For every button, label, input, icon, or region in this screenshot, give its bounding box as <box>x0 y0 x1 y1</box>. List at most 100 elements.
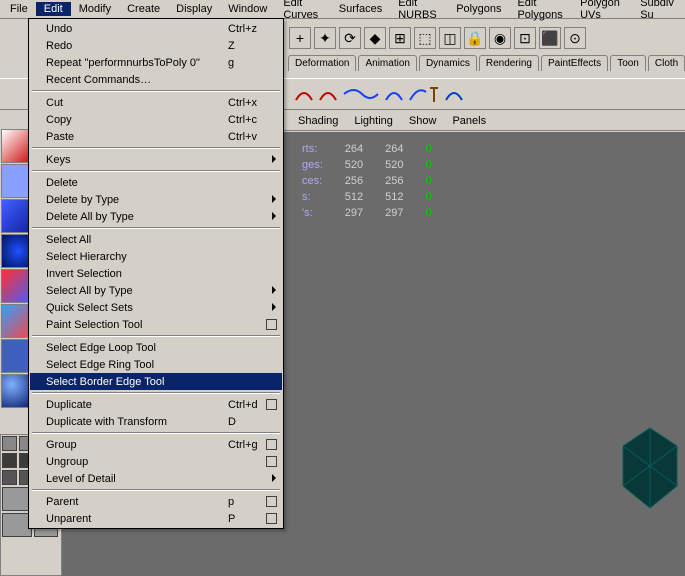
menu-item-delete-all-by-type[interactable]: Delete All by Type <box>30 208 282 225</box>
menu-window[interactable]: Window <box>220 2 275 16</box>
shelf-tab-cloth[interactable]: Cloth <box>648 55 685 71</box>
menu-item-select-hierarchy[interactable]: Select Hierarchy <box>30 248 282 265</box>
menu-item-recent-commands[interactable]: Recent Commands… <box>30 71 282 88</box>
menu-item-group[interactable]: GroupCtrl+g <box>30 436 282 453</box>
menu-polygons[interactable]: Polygons <box>448 2 509 16</box>
menu-item-undo[interactable]: UndoCtrl+z <box>30 20 282 37</box>
toolbar-icon[interactable]: ◉ <box>489 27 511 49</box>
menu-item-select-all-by-type[interactable]: Select All by Type <box>30 282 282 299</box>
menu-polygon-uvs[interactable]: Polygon UVs <box>572 0 632 22</box>
menu-item-shortcut: g <box>228 57 278 69</box>
menu-item-label: Select Edge Ring Tool <box>46 359 278 371</box>
stat-value: 264 <box>375 142 413 156</box>
stat-value: 256 <box>375 174 413 188</box>
menu-item-unparent[interactable]: UnparentP <box>30 510 282 527</box>
shelf-tab-rendering[interactable]: Rendering <box>479 55 539 71</box>
menu-item-select-all[interactable]: Select All <box>30 231 282 248</box>
stat-value: 297 <box>375 206 413 220</box>
menu-file[interactable]: File <box>2 2 36 16</box>
shelf-tab-toon[interactable]: Toon <box>610 55 646 71</box>
stat-value: 264 <box>335 142 373 156</box>
menu-edit-polygons[interactable]: Edit Polygons <box>509 0 572 22</box>
toolbar-icon[interactable]: ⬚ <box>414 27 436 49</box>
toolbar-icon[interactable]: ⊞ <box>389 27 411 49</box>
toolbar-icon[interactable]: 🔒 <box>464 27 486 49</box>
toolbar-icon[interactable]: ⊙ <box>564 27 586 49</box>
option-box-icon[interactable] <box>266 496 277 507</box>
shelf-tab-painteffects[interactable]: PaintEffects <box>541 55 608 71</box>
viewport-menu-lighting[interactable]: Lighting <box>346 115 401 127</box>
menu-edit[interactable]: Edit <box>36 2 71 16</box>
menu-subdiv-su[interactable]: Subdiv Su <box>632 0 683 22</box>
toolbar-icon[interactable]: ◫ <box>439 27 461 49</box>
menu-item-select-border-edge-tool[interactable]: Select Border Edge Tool <box>30 373 282 390</box>
menu-item-label: Group <box>46 439 228 451</box>
menu-item-shortcut: Ctrl+v <box>228 131 278 143</box>
menu-item-duplicate[interactable]: DuplicateCtrl+d <box>30 396 282 413</box>
option-box-icon[interactable] <box>266 513 277 524</box>
option-box-icon[interactable] <box>266 399 277 410</box>
menu-item-shortcut: D <box>228 416 278 428</box>
stat-value: 0 <box>416 142 442 156</box>
menu-item-label: Select Edge Loop Tool <box>46 342 278 354</box>
toolbar-icon[interactable]: + <box>289 27 311 49</box>
viewport-menu-show[interactable]: Show <box>401 115 445 127</box>
menu-item-shortcut: Z <box>228 40 278 52</box>
toolbar-icon[interactable]: ⟳ <box>339 27 361 49</box>
toolbar-icon[interactable]: ⊡ <box>514 27 536 49</box>
shelf-tab-deformation[interactable]: Deformation <box>288 55 356 71</box>
menu-item-repeat-performnurbstopoly-0[interactable]: Repeat "performnurbsToPoly 0"g <box>30 54 282 71</box>
menu-item-keys[interactable]: Keys <box>30 151 282 168</box>
menu-item-label: Recent Commands… <box>46 74 278 86</box>
menu-item-select-edge-ring-tool[interactable]: Select Edge Ring Tool <box>30 356 282 373</box>
menu-item-ungroup[interactable]: Ungroup <box>30 453 282 470</box>
menu-item-paste[interactable]: PasteCtrl+v <box>30 128 282 145</box>
toolbar-icon[interactable]: ◆ <box>364 27 386 49</box>
shelf-tab-animation[interactable]: Animation <box>358 55 416 71</box>
menu-item-redo[interactable]: RedoZ <box>30 37 282 54</box>
menu-item-shortcut: Ctrl+x <box>228 97 278 109</box>
menu-item-label: Select All <box>46 234 278 246</box>
submenu-arrow-icon <box>272 195 276 203</box>
shelf-tab-dynamics[interactable]: Dynamics <box>419 55 477 71</box>
menu-item-duplicate-with-transform[interactable]: Duplicate with TransformD <box>30 413 282 430</box>
menu-item-label: Invert Selection <box>46 268 278 280</box>
menu-item-parent[interactable]: Parentp <box>30 493 282 510</box>
toolbar-icon[interactable]: ⬛ <box>539 27 561 49</box>
menu-item-label: Select All by Type <box>46 285 278 297</box>
menu-item-copy[interactable]: CopyCtrl+c <box>30 111 282 128</box>
option-box-icon[interactable] <box>266 439 277 450</box>
curve-tool-icons[interactable] <box>292 82 472 106</box>
submenu-arrow-icon <box>272 286 276 294</box>
stat-label: 's: <box>292 206 333 220</box>
toolbar-icon[interactable]: ✦ <box>314 27 336 49</box>
viewport-menu-shading[interactable]: Shading <box>290 115 346 127</box>
menu-item-label: Select Border Edge Tool <box>46 376 278 388</box>
menu-item-label: Select Hierarchy <box>46 251 278 263</box>
submenu-arrow-icon <box>272 474 276 482</box>
menu-item-label: Duplicate with Transform <box>46 416 228 428</box>
menu-item-level-of-detail[interactable]: Level of Detail <box>30 470 282 487</box>
menu-item-quick-select-sets[interactable]: Quick Select Sets <box>30 299 282 316</box>
submenu-arrow-icon <box>272 212 276 220</box>
viewport-menu-panels[interactable]: Panels <box>444 115 494 127</box>
menu-display[interactable]: Display <box>168 2 220 16</box>
submenu-arrow-icon <box>272 303 276 311</box>
menu-item-delete[interactable]: Delete <box>30 174 282 191</box>
stat-value: 0 <box>416 158 442 172</box>
menu-item-select-edge-loop-tool[interactable]: Select Edge Loop Tool <box>30 339 282 356</box>
menu-item-invert-selection[interactable]: Invert Selection <box>30 265 282 282</box>
menu-surfaces[interactable]: Surfaces <box>331 2 390 16</box>
option-box-icon[interactable] <box>266 456 277 467</box>
menu-edit-nurbs[interactable]: Edit NURBS <box>390 0 448 22</box>
menu-item-cut[interactable]: CutCtrl+x <box>30 94 282 111</box>
stat-value: 0 <box>416 190 442 204</box>
menu-item-paint-selection-tool[interactable]: Paint Selection Tool <box>30 316 282 333</box>
stat-value: 256 <box>335 174 373 188</box>
menu-item-delete-by-type[interactable]: Delete by Type <box>30 191 282 208</box>
option-box-icon[interactable] <box>266 319 277 330</box>
stat-value: 512 <box>375 190 413 204</box>
menu-modify[interactable]: Modify <box>71 2 119 16</box>
menu-create[interactable]: Create <box>119 2 168 16</box>
menu-item-label: Unparent <box>46 513 228 525</box>
